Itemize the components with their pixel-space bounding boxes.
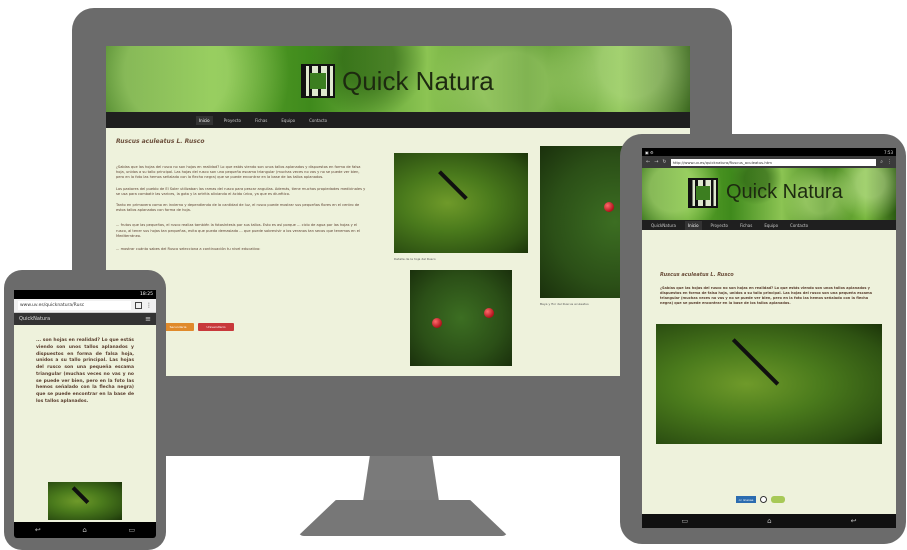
university-seal-icon bbox=[760, 496, 767, 503]
site-navbar: Inicio Proyecto Fichas Equipo Contacto bbox=[106, 112, 690, 128]
reload-icon[interactable]: ↻ bbox=[662, 159, 666, 165]
forward-icon[interactable]: → bbox=[654, 159, 658, 165]
qr-logo-icon bbox=[688, 178, 718, 208]
phone-leaf-photo bbox=[48, 482, 122, 520]
article-paragraph: Los pastores del pueblo de El Soler util… bbox=[116, 186, 366, 196]
qr-logo-icon bbox=[301, 64, 335, 98]
search-icon[interactable]: ⌕ bbox=[880, 159, 883, 165]
tablet-nav-contacto[interactable]: Contacto bbox=[787, 221, 811, 230]
tablet-clock: 7:53 bbox=[884, 149, 893, 155]
berry-photo bbox=[410, 270, 512, 366]
nav-inicio[interactable]: Inicio bbox=[196, 115, 213, 125]
phone-brand[interactable]: QuickNatura bbox=[19, 316, 50, 322]
recent-apps-icon[interactable]: ▭ bbox=[129, 526, 136, 534]
phone-url-input[interactable]: www.uv.es/quicknatura/Rusc bbox=[18, 301, 131, 310]
site-banner: Quick Natura bbox=[106, 46, 690, 112]
article-paragraph: ¿Sabías que las hojas del rusco no son h… bbox=[116, 165, 361, 180]
nav-equipo[interactable]: Equipo bbox=[278, 116, 298, 125]
tablet-status-bar: ▣ ⚙ 7:53 bbox=[642, 148, 896, 156]
phone-status-bar: 18:25 bbox=[14, 290, 156, 299]
tablet-site-brand: Quick Natura bbox=[726, 181, 843, 203]
tablet-leaf-photo bbox=[656, 324, 882, 444]
site-brand: Quick Natura bbox=[342, 66, 494, 96]
tablet-article-title: Ruscus aculeatus L. Rusco bbox=[660, 272, 734, 278]
nav-fichas[interactable]: Fichas bbox=[252, 116, 270, 125]
article-title: Ruscus aculeatus L. Rusco bbox=[116, 138, 205, 145]
berry-icon bbox=[604, 202, 614, 212]
tablet-nav-proyecto[interactable]: Proyecto bbox=[708, 221, 731, 230]
berry-icon bbox=[484, 308, 494, 318]
cc-license-badge[interactable]: cc license bbox=[736, 496, 756, 503]
tablet-footer-badges: cc license bbox=[736, 496, 785, 503]
phone-clock: 18:25 bbox=[140, 292, 153, 297]
home-icon[interactable]: ⌂ bbox=[767, 517, 771, 525]
level-secundaria-button[interactable]: Secundaria bbox=[162, 323, 194, 331]
back-icon[interactable]: ← bbox=[646, 159, 650, 165]
article-paragraph: ... mostrar cuánto sabes del Rusco selec… bbox=[116, 247, 261, 252]
phone-soft-keys: ↩ ⌂ ▭ bbox=[14, 522, 156, 538]
level-universitario-button[interactable]: Universitario bbox=[198, 323, 234, 331]
leaf-caption: Detalle de la hoja del Rusco bbox=[394, 257, 436, 261]
phone-device: 18:25 www.uv.es/quicknatura/Rusc ⋮ Quick… bbox=[4, 270, 166, 550]
hamburger-menu-icon[interactable]: ≡ bbox=[145, 315, 151, 323]
monitor-base bbox=[298, 500, 508, 536]
partner-logo-icon bbox=[771, 496, 785, 503]
recent-apps-icon[interactable]: ▭ bbox=[682, 517, 689, 525]
tabs-icon[interactable] bbox=[135, 302, 142, 309]
tablet-status-left-icon: ▣ ⚙ bbox=[645, 149, 654, 155]
tablet-screen: ▣ ⚙ 7:53 ← → ↻ http://www.uv.es/quicknat… bbox=[642, 148, 896, 528]
tablet-nav-fichas[interactable]: Fichas bbox=[737, 221, 755, 230]
phone-url-bar: www.uv.es/quicknatura/Rusc ⋮ bbox=[14, 299, 156, 313]
tablet-article-text: ¿Sabías que las hojas del rusco no son h… bbox=[660, 286, 873, 306]
tablet-nav-inicio[interactable]: Inicio bbox=[684, 220, 702, 230]
back-nav-icon[interactable]: ↩ bbox=[35, 526, 41, 534]
nav-proyecto[interactable]: Proyecto bbox=[221, 116, 244, 125]
phone-screen: 18:25 www.uv.es/quicknatura/Rusc ⋮ Quick… bbox=[14, 290, 156, 522]
home-icon[interactable]: ⌂ bbox=[82, 526, 86, 534]
tablet-soft-keys: ▭ ⌂ ↩ bbox=[642, 514, 896, 528]
phone-site-navbar: QuickNatura ≡ bbox=[14, 313, 156, 325]
tablet-url-bar: ← → ↻ http://www.uv.es/quicknatura/Ruscu… bbox=[642, 156, 896, 168]
phone-article-text: ... son hojas en realidad? Lo que estás … bbox=[36, 338, 134, 404]
tablet-site-navbar: QuickNatura Inicio Proyecto Fichas Equip… bbox=[642, 220, 896, 230]
desktop-screen: Quick Natura Inicio Proyecto Fichas Equi… bbox=[106, 46, 690, 376]
tablet-device: ▣ ⚙ 7:53 ← → ↻ http://www.uv.es/quicknat… bbox=[620, 134, 906, 544]
devices-showcase: Quick Natura Inicio Proyecto Fichas Equi… bbox=[0, 0, 907, 550]
berry-icon bbox=[432, 318, 442, 328]
flower-caption: Baya y flor del Ruscus aculeatus bbox=[540, 302, 589, 306]
tablet-site-banner: Quick Natura bbox=[642, 168, 896, 220]
tablet-nav-brand[interactable]: QuickNatura bbox=[648, 221, 679, 230]
menu-icon[interactable]: ⋮ bbox=[887, 159, 892, 165]
nav-contacto[interactable]: Contacto bbox=[306, 116, 330, 125]
article-paragraph: ... frutos que las pequeñas, el rusco re… bbox=[116, 223, 360, 238]
tablet-nav-equipo[interactable]: Equipo bbox=[761, 221, 781, 230]
article-paragraph: Tanto en primavera como en invierno y de… bbox=[116, 203, 360, 213]
menu-icon[interactable]: ⋮ bbox=[146, 302, 152, 309]
tablet-url-input[interactable]: http://www.uv.es/quicknatura/Ruscus_acul… bbox=[670, 158, 877, 166]
leaf-detail-photo bbox=[394, 153, 528, 253]
back-nav-icon[interactable]: ↩ bbox=[851, 517, 857, 525]
